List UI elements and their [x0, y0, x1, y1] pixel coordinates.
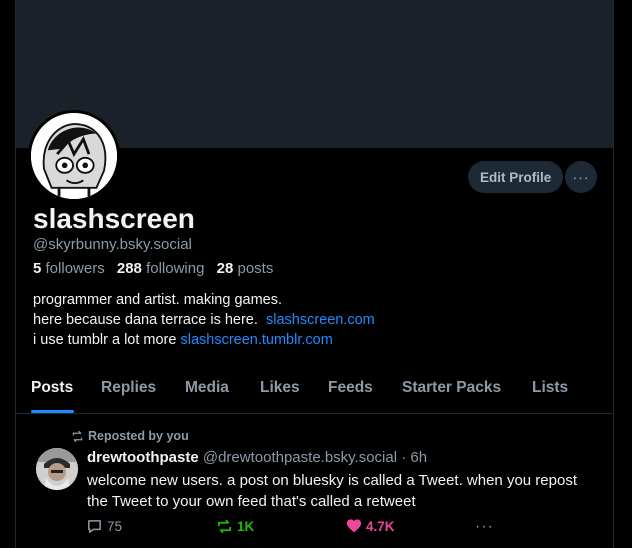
heart-icon — [346, 519, 362, 533]
bio-link-tumblr[interactable]: slashscreen.tumblr.com — [180, 332, 332, 348]
profile-avatar[interactable] — [28, 110, 120, 202]
bio-line-1: programmer and artist. making games. — [33, 292, 283, 308]
bio-line-3-text: i use tumblr a lot more — [33, 332, 177, 348]
repost-icon — [217, 519, 232, 534]
edit-profile-button[interactable]: Edit Profile — [468, 161, 564, 193]
reply-count: 75 — [107, 519, 123, 534]
posts-label: posts — [237, 260, 274, 277]
profile-stats: 5 followers 288 following 28 posts — [33, 260, 281, 277]
repost-label: Reposted by you — [88, 429, 189, 443]
post-author-handle[interactable]: @drewtoothpaste.bsky.social — [203, 449, 397, 466]
avatar-illustration — [31, 113, 117, 199]
repost-button[interactable]: 1K — [216, 518, 254, 535]
tab-feeds[interactable]: Feeds — [328, 379, 373, 397]
tab-starter-packs[interactable]: Starter Packs — [402, 379, 501, 397]
tab-replies[interactable]: Replies — [101, 379, 156, 397]
author-photo — [36, 448, 78, 490]
post-timestamp[interactable]: · 6h — [401, 449, 427, 466]
more-options-button[interactable]: ··· — [565, 161, 597, 193]
reply-icon — [88, 520, 101, 533]
followers-count: 5 — [33, 260, 42, 277]
repost-indicator[interactable]: Reposted by you — [71, 429, 189, 443]
bio-line-3: i use tumblr a lot more slashscreen.tumb… — [33, 330, 375, 350]
post-author-avatar[interactable] — [36, 448, 78, 490]
followers-label: followers — [45, 260, 105, 277]
tab-posts[interactable]: Posts — [31, 379, 73, 397]
profile-handle: @skyrbunny.bsky.social — [33, 236, 192, 253]
ellipsis-icon: ··· — [475, 518, 494, 535]
following-label: following — [146, 260, 205, 277]
ellipsis-icon: ··· — [572, 169, 590, 185]
profile-page: Edit Profile ··· slashscreen @skyrbunny.… — [15, 0, 614, 548]
bio-line-2: here because dana terrace is here. slash… — [33, 310, 375, 330]
post-author-name[interactable]: drewtoothpaste — [87, 449, 199, 466]
posts-count: 28 — [216, 260, 234, 277]
following-stat[interactable]: 288 following — [117, 260, 205, 277]
like-count: 4.7K — [366, 518, 395, 534]
profile-bio: programmer and artist. making games. her… — [33, 290, 375, 350]
post-header: drewtoothpaste @drewtoothpaste.bsky.soci… — [87, 449, 427, 466]
repost-icon — [72, 430, 83, 442]
bio-link-website[interactable]: slashscreen.com — [266, 312, 375, 328]
bio-line-2-text: here because dana terrace is here. — [33, 312, 258, 328]
repost-count: 1K — [237, 519, 255, 534]
feed-post[interactable]: Reposted by you drewtoothpaste @drewtoot… — [16, 414, 613, 548]
reply-button[interactable]: 75 — [86, 518, 122, 535]
post-text: welcome new users. a post on bluesky is … — [87, 472, 577, 510]
profile-tabs: Posts Replies Media Likes Feeds Starter … — [16, 364, 613, 414]
tab-lists[interactable]: Lists — [532, 379, 568, 397]
active-tab-indicator — [31, 410, 74, 413]
display-name: slashscreen — [33, 203, 195, 234]
followers-stat[interactable]: 5 followers — [33, 260, 105, 277]
like-button[interactable]: 4.7K — [346, 518, 395, 534]
posts-stat: 28 posts — [217, 260, 274, 277]
tab-media[interactable]: Media — [185, 379, 229, 397]
tab-likes[interactable]: Likes — [260, 379, 300, 397]
following-count: 288 — [116, 260, 142, 277]
post-menu-button[interactable]: ··· — [475, 518, 494, 536]
